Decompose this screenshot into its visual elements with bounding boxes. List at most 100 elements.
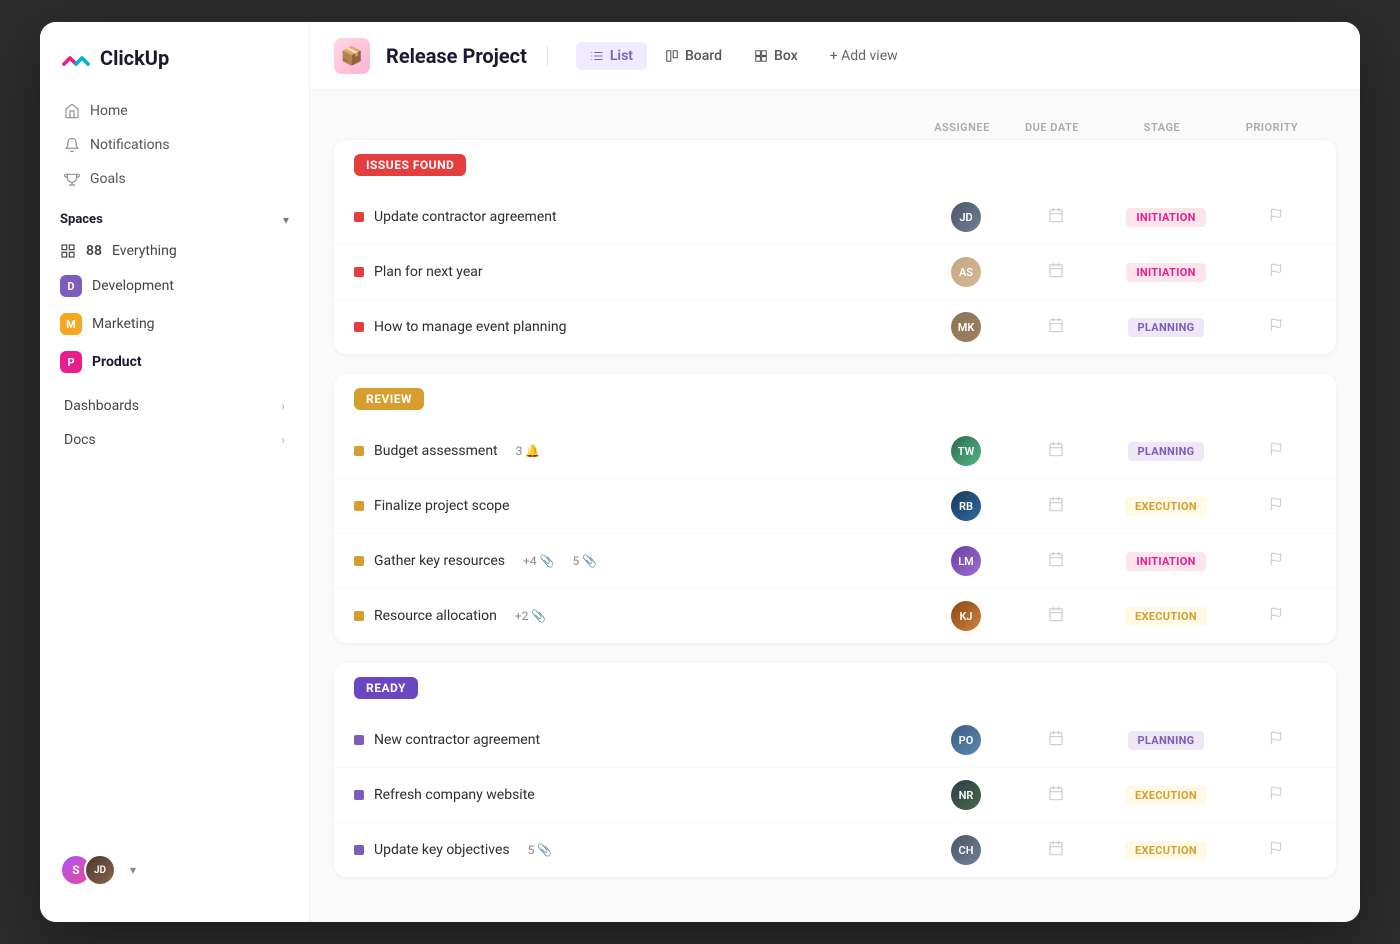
box-icon: [754, 49, 768, 63]
tab-board[interactable]: Board: [651, 42, 736, 70]
calendar-icon: [1048, 496, 1064, 516]
flag-icon: [1269, 442, 1283, 460]
stage-cell[interactable]: INITIATION: [1096, 263, 1236, 282]
task-row[interactable]: Refresh company websiteNREXECUTION: [334, 768, 1336, 823]
due-date-cell[interactable]: [1016, 207, 1096, 227]
table-area: ASSIGNEEDUE DATESTAGEPRIORITYISSUES FOUN…: [310, 91, 1360, 922]
main-nav: Home Notifications Goals: [40, 94, 309, 196]
header-divider: [547, 46, 548, 66]
marketing-label: Marketing: [92, 316, 155, 332]
stage-badge: INITIATION: [1126, 263, 1205, 282]
stage-cell[interactable]: EXECUTION: [1096, 497, 1236, 516]
task-name: Gather key resources: [374, 553, 505, 569]
sidebar-item-goals[interactable]: Goals: [52, 162, 297, 196]
tab-box[interactable]: Box: [740, 42, 812, 70]
home-icon: [64, 103, 80, 119]
sidebar-item-dashboards[interactable]: Dashboards ›: [52, 389, 297, 423]
task-dot: [354, 735, 364, 745]
priority-cell[interactable]: [1236, 318, 1316, 336]
stage-badge: EXECUTION: [1125, 786, 1207, 805]
task-row[interactable]: Update key objectives5 📎CHEXECUTION: [334, 823, 1336, 877]
calendar-icon: [1048, 317, 1064, 337]
user-menu-chevron-icon[interactable]: ▾: [130, 863, 136, 877]
dashboards-label: Dashboards: [64, 398, 139, 414]
stage-cell[interactable]: EXECUTION: [1096, 841, 1236, 860]
section-tag-ready[interactable]: READY: [354, 677, 418, 699]
marketing-badge: M: [60, 313, 82, 335]
tab-list[interactable]: List: [576, 42, 647, 70]
sidebar-item-marketing[interactable]: M Marketing: [48, 305, 301, 343]
calendar-icon: [1048, 262, 1064, 282]
due-date-cell[interactable]: [1016, 317, 1096, 337]
due-date-cell[interactable]: [1016, 730, 1096, 750]
section-tag-issues-found[interactable]: ISSUES FOUND: [354, 154, 466, 176]
section-issues-found: ISSUES FOUNDUpdate contractor agreementJ…: [334, 140, 1336, 354]
task-name: Budget assessment: [374, 443, 498, 459]
stage-cell[interactable]: EXECUTION: [1096, 607, 1236, 626]
sidebar-item-docs[interactable]: Docs ›: [52, 423, 297, 457]
due-date-cell[interactable]: [1016, 840, 1096, 860]
sidebar-item-development[interactable]: D Development: [48, 267, 301, 305]
task-name-cell: Refresh company website: [354, 787, 916, 803]
task-row[interactable]: New contractor agreementPOPLANNING: [334, 713, 1336, 768]
due-date-cell[interactable]: [1016, 785, 1096, 805]
due-date-cell[interactable]: [1016, 441, 1096, 461]
due-date-cell[interactable]: [1016, 606, 1096, 626]
sidebar-item-notifications[interactable]: Notifications: [52, 128, 297, 162]
priority-cell[interactable]: [1236, 497, 1316, 515]
task-row[interactable]: Plan for next yearASINITIATION: [334, 245, 1336, 300]
priority-cell[interactable]: [1236, 731, 1316, 749]
stage-cell[interactable]: PLANNING: [1096, 318, 1236, 337]
priority-cell[interactable]: [1236, 208, 1316, 226]
task-row[interactable]: Resource allocation+2 📎KJEXECUTION: [334, 589, 1336, 643]
stage-cell[interactable]: INITIATION: [1096, 552, 1236, 571]
section-header-review: REVIEW: [334, 374, 1336, 424]
priority-cell[interactable]: [1236, 607, 1316, 625]
stage-cell[interactable]: EXECUTION: [1096, 786, 1236, 805]
priority-cell[interactable]: [1236, 786, 1316, 804]
product-badge: P: [60, 351, 82, 373]
goals-label: Goals: [90, 171, 126, 187]
task-name: Finalize project scope: [374, 498, 509, 514]
due-date-cell[interactable]: [1016, 262, 1096, 282]
task-name: How to manage event planning: [374, 319, 566, 335]
calendar-icon: [1048, 207, 1064, 227]
due-date-cell[interactable]: [1016, 496, 1096, 516]
development-badge: D: [60, 275, 82, 297]
stage-badge: PLANNING: [1128, 318, 1205, 337]
add-view-label: + Add view: [830, 48, 898, 64]
tab-list-label: List: [610, 48, 633, 64]
priority-cell[interactable]: [1236, 552, 1316, 570]
assignee-cell: JD: [916, 202, 1016, 232]
user-avatar-group[interactable]: S JD: [60, 854, 116, 886]
task-row[interactable]: How to manage event planningMKPLANNING: [334, 300, 1336, 354]
clickup-logo-icon: [60, 42, 92, 74]
priority-cell[interactable]: [1236, 841, 1316, 859]
sidebar-item-product[interactable]: P Product: [48, 343, 301, 381]
due-date-cell[interactable]: [1016, 551, 1096, 571]
flag-icon: [1269, 607, 1283, 625]
task-row[interactable]: Gather key resources+4 📎5 📎LMINITIATION: [334, 534, 1336, 589]
task-row[interactable]: Finalize project scopeRBEXECUTION: [334, 479, 1336, 534]
section-tag-review[interactable]: REVIEW: [354, 388, 424, 410]
flag-icon: [1269, 731, 1283, 749]
docs-label: Docs: [64, 432, 96, 448]
sidebar-item-everything[interactable]: 88 Everything: [48, 235, 301, 267]
calendar-icon: [1048, 441, 1064, 461]
priority-cell[interactable]: [1236, 442, 1316, 460]
stage-cell[interactable]: PLANNING: [1096, 442, 1236, 461]
task-dot: [354, 212, 364, 222]
spaces-chevron-icon[interactable]: ▾: [283, 213, 289, 227]
add-view-button[interactable]: + Add view: [816, 42, 912, 70]
sidebar-item-home[interactable]: Home: [52, 94, 297, 128]
task-row[interactable]: Budget assessment3 🔔TWPLANNING: [334, 424, 1336, 479]
task-row[interactable]: Update contractor agreementJDINITIATION: [334, 190, 1336, 245]
flag-icon: [1269, 208, 1283, 226]
stage-cell[interactable]: INITIATION: [1096, 208, 1236, 227]
flag-icon: [1269, 841, 1283, 859]
task-name: Update key objectives: [374, 842, 510, 858]
logo-area: ClickUp: [40, 42, 309, 94]
task-name: New contractor agreement: [374, 732, 540, 748]
stage-cell[interactable]: PLANNING: [1096, 731, 1236, 750]
priority-cell[interactable]: [1236, 263, 1316, 281]
